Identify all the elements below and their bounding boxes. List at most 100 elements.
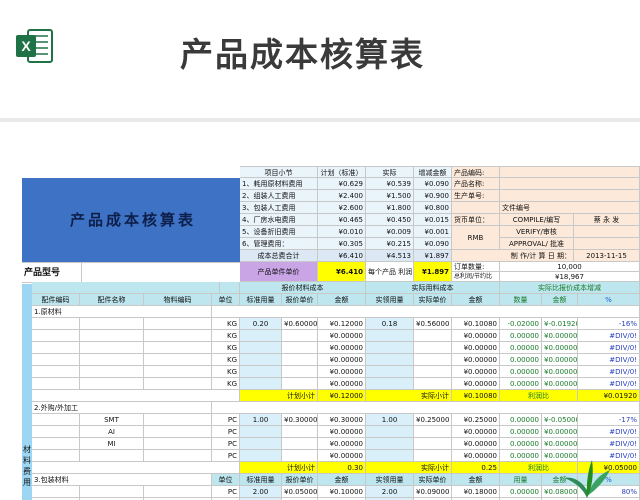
diff-amt-cell[interactable]: ¥0.00000 bbox=[542, 438, 578, 450]
act-amt-cell[interactable]: ¥0.00000 bbox=[452, 438, 500, 450]
summary-value[interactable]: ¥0.305 bbox=[318, 238, 366, 250]
unit-price-value[interactable]: ¥6.410 bbox=[318, 262, 366, 282]
pct-cell[interactable]: #DIV/0! bbox=[578, 354, 640, 366]
part-code-cell[interactable] bbox=[32, 438, 80, 450]
part-name-cell[interactable]: MI bbox=[80, 438, 144, 450]
approval-value[interactable] bbox=[574, 238, 640, 250]
summary-value[interactable]: ¥0.009 bbox=[366, 226, 414, 238]
summary-value[interactable]: ¥0.800 bbox=[414, 202, 452, 214]
diff-qty-cell[interactable]: 0.00000 bbox=[500, 486, 542, 498]
material-code-cell[interactable] bbox=[144, 438, 212, 450]
act-qty-cell[interactable] bbox=[366, 378, 414, 390]
compile-value[interactable]: 蔡 永 发 bbox=[574, 214, 640, 226]
unit-cell[interactable]: KG bbox=[212, 366, 240, 378]
act-amt-cell[interactable]: ¥0.00000 bbox=[452, 354, 500, 366]
part-code-cell[interactable] bbox=[32, 342, 80, 354]
pct-cell[interactable]: #DIV/0! bbox=[578, 330, 640, 342]
unit-cell[interactable]: KG bbox=[212, 378, 240, 390]
currency-value[interactable]: RMB bbox=[452, 226, 500, 250]
material-code-cell[interactable] bbox=[144, 450, 212, 462]
act-qty-cell[interactable] bbox=[366, 342, 414, 354]
part-name-cell[interactable] bbox=[80, 450, 144, 462]
part-name-cell[interactable] bbox=[80, 330, 144, 342]
quote-amt-cell[interactable]: ¥0.00000 bbox=[318, 354, 366, 366]
date-value[interactable]: 2013-11-15 bbox=[574, 250, 640, 262]
quote-price-cell[interactable] bbox=[282, 354, 318, 366]
act-amt-cell[interactable]: ¥0.18000 bbox=[452, 486, 500, 498]
quote-price-cell[interactable] bbox=[282, 438, 318, 450]
summary-value[interactable]: ¥0.015 bbox=[414, 214, 452, 226]
unit-cell[interactable]: KG bbox=[212, 342, 240, 354]
material-code-cell[interactable] bbox=[144, 318, 212, 330]
summary-value[interactable]: ¥1.500 bbox=[366, 190, 414, 202]
material-code-cell[interactable] bbox=[144, 366, 212, 378]
act-qty-cell[interactable]: 0.18 bbox=[366, 318, 414, 330]
act-amt-cell[interactable]: ¥0.00000 bbox=[452, 450, 500, 462]
unit-cell[interactable]: KG bbox=[212, 354, 240, 366]
std-qty-cell[interactable]: 0.20 bbox=[240, 318, 282, 330]
total-profit-value[interactable]: ¥18,967 bbox=[500, 272, 640, 282]
profit-value[interactable]: ¥1.897 bbox=[414, 262, 452, 282]
act-qty-cell[interactable] bbox=[366, 438, 414, 450]
part-code-cell[interactable] bbox=[32, 414, 80, 426]
act-price-cell[interactable] bbox=[414, 366, 452, 378]
summary-value[interactable]: ¥6.410 bbox=[318, 250, 366, 262]
pct-cell[interactable]: -16% bbox=[578, 318, 640, 330]
act-price-cell[interactable] bbox=[414, 450, 452, 462]
model-input[interactable] bbox=[82, 262, 244, 283]
summary-value[interactable]: ¥0.900 bbox=[414, 190, 452, 202]
act-amt-cell[interactable]: ¥0.00000 bbox=[452, 342, 500, 354]
unit-cell[interactable]: PC bbox=[212, 450, 240, 462]
summary-value[interactable]: ¥0.090 bbox=[414, 238, 452, 250]
act-price-cell[interactable] bbox=[414, 378, 452, 390]
summary-value[interactable]: ¥0.010 bbox=[318, 226, 366, 238]
act-qty-cell[interactable] bbox=[366, 354, 414, 366]
act-price-cell[interactable] bbox=[414, 438, 452, 450]
act-qty-cell[interactable] bbox=[366, 330, 414, 342]
diff-qty-cell[interactable]: 0.00000 bbox=[500, 450, 542, 462]
quote-amt-cell[interactable]: ¥0.00000 bbox=[318, 378, 366, 390]
act-amt-cell[interactable]: ¥0.00000 bbox=[452, 366, 500, 378]
diff-qty-cell[interactable]: 0.00000 bbox=[500, 378, 542, 390]
std-qty-cell[interactable] bbox=[240, 330, 282, 342]
act-price-cell[interactable]: ¥0.56000 bbox=[414, 318, 452, 330]
plan-subtotal-value[interactable]: 0.30 bbox=[318, 462, 366, 474]
part-code-cell[interactable] bbox=[32, 330, 80, 342]
material-code-cell[interactable] bbox=[144, 330, 212, 342]
quote-amt-cell[interactable]: ¥0.12000 bbox=[318, 318, 366, 330]
part-name-cell[interactable]: SMT bbox=[80, 414, 144, 426]
plan-subtotal-value[interactable]: ¥0.12000 bbox=[318, 390, 366, 402]
part-name-cell[interactable] bbox=[80, 366, 144, 378]
quote-price-cell[interactable] bbox=[282, 342, 318, 354]
material-code-cell[interactable] bbox=[144, 378, 212, 390]
act-price-cell[interactable] bbox=[414, 354, 452, 366]
order-qty-value[interactable]: 10,000 bbox=[500, 262, 640, 272]
unit-cell[interactable]: PC bbox=[212, 414, 240, 426]
spreadsheet[interactable]: 产品成本核算表 产品型号 材料费用 项目小节 计划（标准） 实际 增减金额 1、耗用原材… bbox=[22, 122, 640, 500]
part-code-cell[interactable] bbox=[32, 318, 80, 330]
pct-cell[interactable]: #DIV/0! bbox=[578, 438, 640, 450]
quote-price-cell[interactable]: ¥0.05000 bbox=[282, 486, 318, 498]
unit-cell[interactable]: KG bbox=[212, 318, 240, 330]
quote-amt-cell[interactable]: ¥0.00000 bbox=[318, 450, 366, 462]
material-code-cell[interactable] bbox=[144, 342, 212, 354]
diff-amt-cell[interactable]: ¥0.00000 bbox=[542, 330, 578, 342]
diff-qty-cell[interactable]: 0.00000 bbox=[500, 414, 542, 426]
act-qty-cell[interactable]: 1.00 bbox=[366, 414, 414, 426]
diff-qty-cell[interactable]: 0.00000 bbox=[500, 426, 542, 438]
std-qty-cell[interactable] bbox=[240, 378, 282, 390]
act-price-cell[interactable] bbox=[414, 342, 452, 354]
act-price-cell[interactable]: ¥0.25000 bbox=[414, 414, 452, 426]
diff-qty-cell[interactable]: -0.02000 bbox=[500, 318, 542, 330]
quote-price-cell[interactable] bbox=[282, 450, 318, 462]
summary-value[interactable]: ¥0.629 bbox=[318, 178, 366, 190]
quote-price-cell[interactable] bbox=[282, 426, 318, 438]
act-qty-cell[interactable] bbox=[366, 450, 414, 462]
act-price-cell[interactable]: ¥0.09000 bbox=[414, 486, 452, 498]
summary-value[interactable]: ¥1.897 bbox=[414, 250, 452, 262]
actual-subtotal-value[interactable]: ¥0.10080 bbox=[452, 390, 500, 402]
pct-cell[interactable]: #DIV/0! bbox=[578, 378, 640, 390]
summary-value[interactable]: ¥2.600 bbox=[318, 202, 366, 214]
std-qty-cell[interactable]: 1.00 bbox=[240, 414, 282, 426]
act-amt-cell[interactable]: ¥0.00000 bbox=[452, 378, 500, 390]
